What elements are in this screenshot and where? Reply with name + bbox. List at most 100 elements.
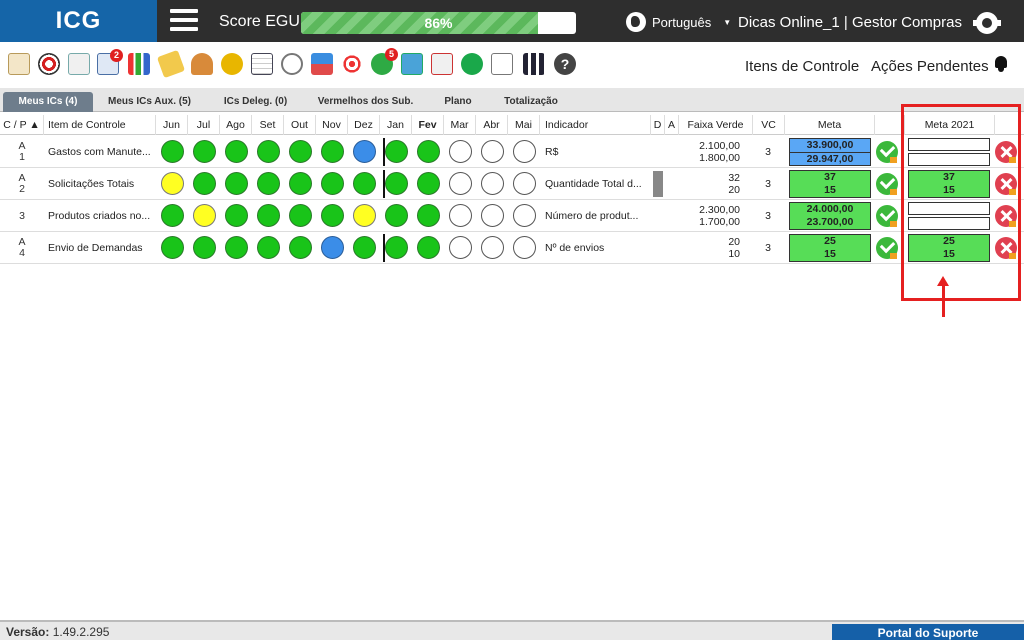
meta-box[interactable]: 33.900,00 29.947,00 <box>789 138 871 166</box>
grid-icon[interactable] <box>523 53 545 75</box>
calendar-icon[interactable] <box>251 53 273 75</box>
medal-icon[interactable] <box>221 53 243 75</box>
status-circle-empty[interactable] <box>449 236 472 259</box>
column-header-month[interactable]: Set <box>252 115 284 135</box>
column-header-month[interactable]: Ago <box>220 115 252 135</box>
target-icon[interactable] <box>38 53 60 75</box>
status-circle-green[interactable] <box>161 236 184 259</box>
status-circle-green[interactable] <box>321 204 344 227</box>
column-header-vc[interactable]: VC <box>753 115 785 135</box>
status-circle-empty[interactable] <box>481 204 504 227</box>
status-circle-green[interactable] <box>353 172 376 195</box>
column-header-cp[interactable]: C / P ▲ <box>0 115 44 135</box>
status-circle-green[interactable] <box>385 172 408 195</box>
support-portal-button[interactable]: Portal do Suporte <box>832 624 1024 640</box>
status-circle-green[interactable] <box>257 204 280 227</box>
item-name[interactable]: Produtos criados no... <box>48 200 158 232</box>
status-circle-empty[interactable] <box>513 236 536 259</box>
column-header-faixa-verde[interactable]: Faixa Verde <box>679 115 753 135</box>
table-row[interactable]: A 2 Solicitações Totais Quantidade Total d.… <box>0 168 1024 200</box>
acoes-pendentes-link[interactable]: Ações Pendentes <box>871 58 989 75</box>
status-circle-green[interactable] <box>289 204 312 227</box>
status-circle-empty[interactable] <box>449 140 472 163</box>
clipboard-icon[interactable] <box>68 53 90 75</box>
puzzle-icon[interactable] <box>401 53 423 75</box>
status-circle-empty[interactable] <box>513 204 536 227</box>
status-circle-yellow[interactable] <box>193 204 216 227</box>
column-header-month[interactable]: Nov <box>316 115 348 135</box>
status-circle-green[interactable] <box>417 236 440 259</box>
status-circle-empty[interactable] <box>449 204 472 227</box>
column-header-item[interactable]: Item de Controle <box>44 115 156 135</box>
meta-box[interactable]: 37 15 <box>789 170 871 198</box>
status-circle-yellow[interactable] <box>353 204 376 227</box>
status-circle-empty[interactable] <box>481 140 504 163</box>
column-header-d[interactable]: D <box>651 115 665 135</box>
status-circle-green[interactable] <box>225 236 248 259</box>
column-header-month[interactable]: Mar <box>444 115 476 135</box>
report-icon[interactable]: 2 <box>97 49 123 75</box>
status-circle-green[interactable] <box>385 236 408 259</box>
status-circle-green[interactable] <box>161 140 184 163</box>
status-circle-green[interactable] <box>225 204 248 227</box>
user-info[interactable]: Dicas Online_1 | Gestor Compras <box>738 14 962 31</box>
status-circle-green[interactable] <box>225 172 248 195</box>
stopwatch-icon[interactable] <box>281 53 303 75</box>
table-row[interactable]: A 1 Gastos com Manute... R$ 2.100,00 1.800,00… <box>0 136 1024 168</box>
status-circle-green[interactable] <box>353 236 376 259</box>
status-circle-green[interactable] <box>417 140 440 163</box>
status-circle-yellow[interactable] <box>161 172 184 195</box>
status-circle-green[interactable] <box>321 140 344 163</box>
pdf-icon[interactable] <box>431 53 453 75</box>
status-circle-green[interactable] <box>417 172 440 195</box>
status-circle-green[interactable] <box>193 172 216 195</box>
status-circle-empty[interactable] <box>449 172 472 195</box>
help-icon[interactable]: ? <box>554 53 576 75</box>
status-circle-empty[interactable] <box>513 172 536 195</box>
column-header-month[interactable]: Mai <box>508 115 540 135</box>
alert-off-icon[interactable] <box>461 53 483 75</box>
status-circle-green[interactable] <box>257 140 280 163</box>
column-header-month[interactable]: Abr <box>476 115 508 135</box>
edit-icon[interactable] <box>8 53 30 75</box>
status-circle-green[interactable] <box>161 204 184 227</box>
crosshair-icon[interactable] <box>341 53 363 75</box>
bar-chart-icon[interactable] <box>128 53 150 75</box>
item-name[interactable]: Envio de Demandas <box>48 232 158 264</box>
item-name[interactable]: Solicitações Totais <box>48 168 158 200</box>
org-chart-icon[interactable] <box>311 53 333 75</box>
team-icon[interactable] <box>191 53 213 75</box>
status-circle-green[interactable] <box>257 236 280 259</box>
status-circle-empty[interactable] <box>481 172 504 195</box>
item-name[interactable]: Gastos com Manute... <box>48 136 158 168</box>
tab-meus-ics[interactable]: Meus ICs (4) <box>3 92 93 112</box>
meta-box[interactable]: 25 15 <box>789 234 871 262</box>
table-row[interactable]: 3 Produtos criados no... Número de produt.… <box>0 200 1024 232</box>
status-circle-green[interactable] <box>289 236 312 259</box>
status-circle-empty[interactable] <box>513 140 536 163</box>
language-selector[interactable]: Português ▼ <box>626 12 731 32</box>
status-circle-green[interactable] <box>193 236 216 259</box>
column-header-month[interactable]: Jan <box>380 115 412 135</box>
itens-de-controle-link[interactable]: Itens de Controle <box>745 58 859 75</box>
paperclip-icon[interactable] <box>156 49 186 79</box>
column-header-indicador[interactable]: Indicador <box>541 115 651 135</box>
bell-icon[interactable] <box>993 56 1009 72</box>
status-circle-green[interactable] <box>417 204 440 227</box>
status-circle-blue[interactable] <box>353 140 376 163</box>
status-circle-green[interactable] <box>385 140 408 163</box>
status-circle-blue[interactable] <box>321 236 344 259</box>
status-circle-green[interactable] <box>321 172 344 195</box>
check-icon[interactable]: 5 <box>371 48 398 75</box>
column-header-month[interactable]: Jun <box>156 115 188 135</box>
status-circle-green[interactable] <box>289 172 312 195</box>
column-header-month[interactable]: Jul <box>188 115 220 135</box>
tab-meus-ics-aux[interactable]: Meus ICs Aux. (5) <box>102 92 197 112</box>
column-header-month[interactable]: Dez <box>348 115 380 135</box>
meta-box[interactable]: 24.000,00 23.700,00 <box>789 202 871 230</box>
menu-icon[interactable] <box>170 9 198 33</box>
column-header-meta[interactable]: Meta <box>785 115 875 135</box>
gear-icon[interactable] <box>973 12 1001 34</box>
column-header-month[interactable]: Out <box>284 115 316 135</box>
app-logo[interactable]: ICG <box>0 0 157 42</box>
